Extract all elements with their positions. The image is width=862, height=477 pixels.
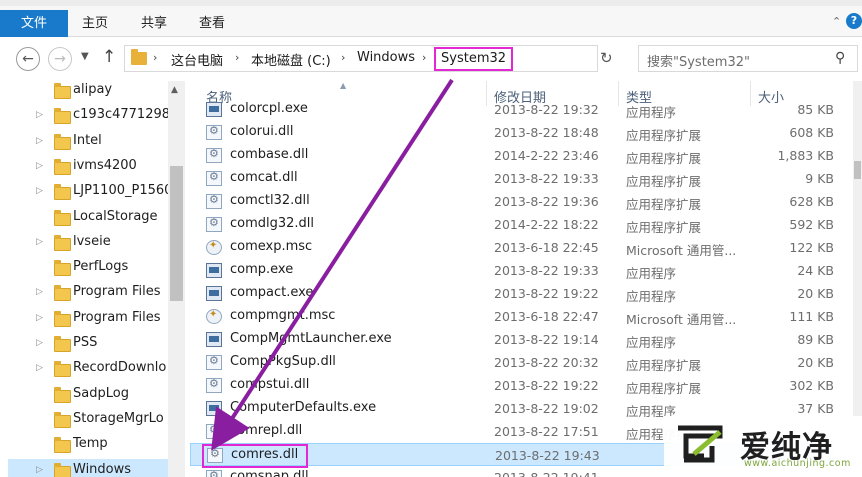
watermark: 爱纯净 www.aichunjing.com <box>664 416 862 477</box>
annotation-arrow <box>211 78 454 451</box>
brand-logo-icon <box>678 425 723 463</box>
watermark-url: www.aichunjing.com <box>744 458 851 469</box>
annotation-arrow-line <box>211 78 454 451</box>
